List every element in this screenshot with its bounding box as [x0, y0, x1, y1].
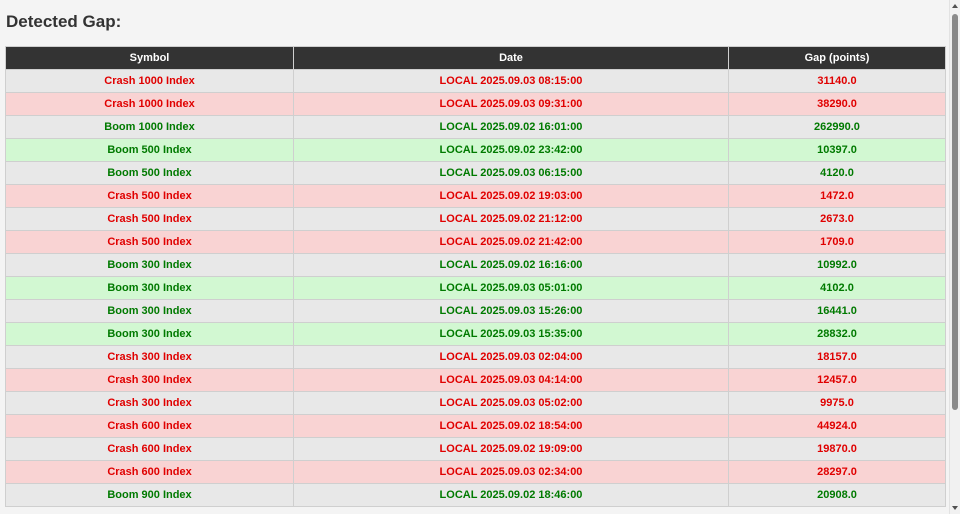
table-header: Symbol Date Gap (points) [5, 46, 946, 70]
table-row: Crash 600 Index LOCAL 2025.09.02 18:54:00… [5, 414, 946, 438]
cell-gap: 20908.0 [728, 483, 946, 507]
table-row: Boom 500 Index LOCAL 2025.09.02 23:42:00 1… [5, 138, 946, 162]
table-row: Boom 300 Index LOCAL 2025.09.03 05:01:00 4… [5, 276, 946, 300]
cell-gap: 38290.0 [728, 92, 946, 116]
table-body: Crash 1000 Index LOCAL 2025.09.03 08:15:0… [5, 69, 946, 507]
table-row: Boom 300 Index LOCAL 2025.09.02 16:16:00 1… [5, 253, 946, 277]
cell-date: LOCAL 2025.09.02 16:01:00 [293, 115, 729, 139]
cell-symbol: Boom 500 Index [5, 161, 294, 185]
cell-date: LOCAL 2025.09.02 19:03:00 [293, 184, 729, 208]
cell-gap: 28832.0 [728, 322, 946, 346]
cell-symbol: Crash 600 Index [5, 460, 294, 484]
cell-symbol: Crash 1000 Index [5, 92, 294, 116]
cell-symbol: Boom 300 Index [5, 299, 294, 323]
cell-symbol: Boom 300 Index [5, 253, 294, 277]
cell-date: LOCAL 2025.09.02 18:46:00 [293, 483, 729, 507]
cell-symbol: Boom 500 Index [5, 138, 294, 162]
vertical-scrollbar[interactable] [949, 0, 960, 514]
table-row: Crash 300 Index LOCAL 2025.09.03 04:14:00… [5, 368, 946, 392]
cell-date: LOCAL 2025.09.02 18:54:00 [293, 414, 729, 438]
cell-date: LOCAL 2025.09.03 08:15:00 [293, 69, 729, 93]
cell-date: LOCAL 2025.09.03 15:35:00 [293, 322, 729, 346]
cell-symbol: Boom 300 Index [5, 322, 294, 346]
cell-gap: 1472.0 [728, 184, 946, 208]
page-title: Detected Gap: [6, 12, 122, 31]
cell-gap: 18157.0 [728, 345, 946, 369]
cell-gap: 19870.0 [728, 437, 946, 461]
table-row: Crash 600 Index LOCAL 2025.09.02 19:09:00… [5, 437, 946, 461]
cell-gap: 9975.0 [728, 391, 946, 415]
cell-gap: 262990.0 [728, 115, 946, 139]
table-row: Crash 500 Index LOCAL 2025.09.02 21:42:00… [5, 230, 946, 254]
cell-date: LOCAL 2025.09.03 04:14:00 [293, 368, 729, 392]
cell-gap: 12457.0 [728, 368, 946, 392]
table-row: Crash 300 Index LOCAL 2025.09.03 05:02:00… [5, 391, 946, 415]
cell-gap: 4120.0 [728, 161, 946, 185]
cell-date: LOCAL 2025.09.03 02:34:00 [293, 460, 729, 484]
cell-gap: 31140.0 [728, 69, 946, 93]
table-row: Crash 1000 Index LOCAL 2025.09.03 08:15:0… [5, 69, 946, 93]
table-row: Crash 600 Index LOCAL 2025.09.03 02:34:00… [5, 460, 946, 484]
cell-symbol: Crash 600 Index [5, 414, 294, 438]
table-row: Boom 300 Index LOCAL 2025.09.03 15:26:00 1… [5, 299, 946, 323]
cell-date: LOCAL 2025.09.02 21:42:00 [293, 230, 729, 254]
page: Detected Gap: Symbol Date Gap (points) C… [0, 0, 960, 514]
cell-symbol: Crash 300 Index [5, 345, 294, 369]
column-header-gap[interactable]: Gap (points) [728, 46, 946, 70]
scroll-thumb[interactable] [952, 14, 958, 410]
cell-gap: 2673.0 [728, 207, 946, 231]
scroll-up-arrow-icon[interactable] [952, 4, 958, 8]
cell-gap: 16441.0 [728, 299, 946, 323]
cell-gap: 10992.0 [728, 253, 946, 277]
cell-symbol: Crash 500 Index [5, 230, 294, 254]
cell-symbol: Crash 500 Index [5, 207, 294, 231]
cell-date: LOCAL 2025.09.03 15:26:00 [293, 299, 729, 323]
cell-date: LOCAL 2025.09.02 23:42:00 [293, 138, 729, 162]
cell-gap: 4102.0 [728, 276, 946, 300]
cell-symbol: Crash 300 Index [5, 368, 294, 392]
table-row: Boom 500 Index LOCAL 2025.09.03 06:15:00 4… [5, 161, 946, 185]
header-row: Symbol Date Gap (points) [5, 46, 946, 70]
column-header-symbol[interactable]: Symbol [5, 46, 294, 70]
table-row: Crash 1000 Index LOCAL 2025.09.03 09:31:0… [5, 92, 946, 116]
cell-symbol: Crash 600 Index [5, 437, 294, 461]
cell-symbol: Crash 500 Index [5, 184, 294, 208]
cell-gap: 1709.0 [728, 230, 946, 254]
cell-gap: 28297.0 [728, 460, 946, 484]
table-row: Crash 500 Index LOCAL 2025.09.02 19:03:00… [5, 184, 946, 208]
cell-date: LOCAL 2025.09.02 16:16:00 [293, 253, 729, 277]
cell-date: LOCAL 2025.09.02 19:09:00 [293, 437, 729, 461]
cell-symbol: Boom 1000 Index [5, 115, 294, 139]
cell-date: LOCAL 2025.09.03 05:01:00 [293, 276, 729, 300]
column-header-date[interactable]: Date [293, 46, 729, 70]
gap-table: Symbol Date Gap (points) Crash 1000 Inde… [5, 46, 946, 507]
table-row: Crash 500 Index LOCAL 2025.09.02 21:12:00… [5, 207, 946, 231]
cell-date: LOCAL 2025.09.02 21:12:00 [293, 207, 729, 231]
cell-date: LOCAL 2025.09.03 09:31:00 [293, 92, 729, 116]
cell-gap: 10397.0 [728, 138, 946, 162]
cell-symbol: Boom 900 Index [5, 483, 294, 507]
scroll-down-arrow-icon[interactable] [952, 506, 958, 510]
cell-date: LOCAL 2025.09.03 05:02:00 [293, 391, 729, 415]
cell-symbol: Crash 300 Index [5, 391, 294, 415]
cell-symbol: Crash 1000 Index [5, 69, 294, 93]
table-row: Boom 300 Index LOCAL 2025.09.03 15:35:00 2… [5, 322, 946, 346]
table-row: Crash 300 Index LOCAL 2025.09.03 02:04:00… [5, 345, 946, 369]
cell-gap: 44924.0 [728, 414, 946, 438]
cell-date: LOCAL 2025.09.03 06:15:00 [293, 161, 729, 185]
cell-symbol: Boom 300 Index [5, 276, 294, 300]
table-row: Boom 900 Index LOCAL 2025.09.02 18:46:00 2… [5, 483, 946, 507]
table-row: Boom 1000 Index LOCAL 2025.09.02 16:01:00… [5, 115, 946, 139]
cell-date: LOCAL 2025.09.03 02:04:00 [293, 345, 729, 369]
main-content: Detected Gap: Symbol Date Gap (points) C… [0, 0, 950, 514]
